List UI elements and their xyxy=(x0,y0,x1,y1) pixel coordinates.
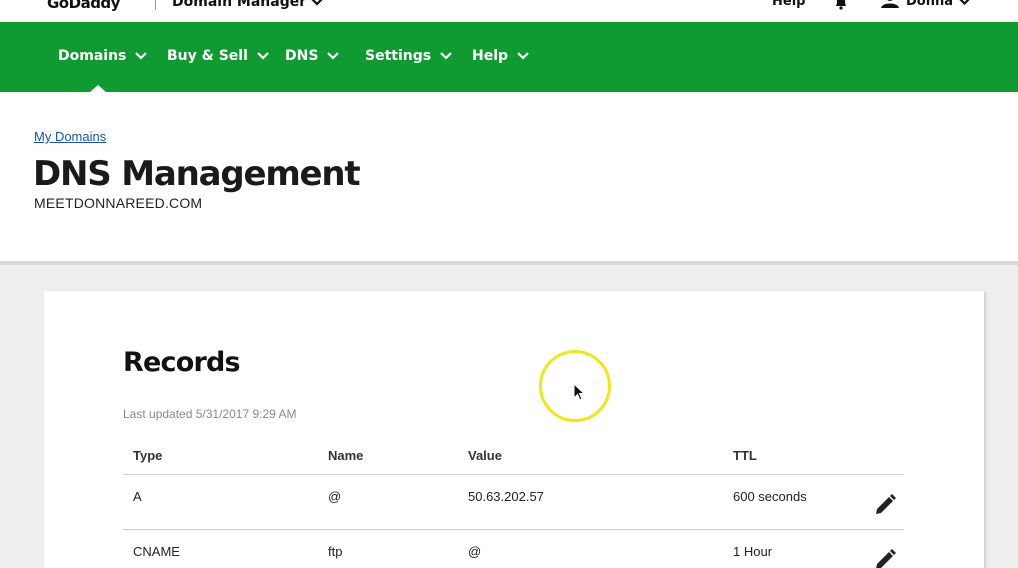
nav-domains[interactable]: Domains xyxy=(58,48,148,64)
user-icon xyxy=(881,0,899,8)
column-header-name[interactable]: Name xyxy=(328,448,363,463)
top-help-link[interactable]: Help xyxy=(772,0,805,9)
last-updated: Last updated 5/31/2017 9:29 AM xyxy=(123,407,297,421)
column-header-value[interactable]: Value xyxy=(468,448,502,463)
table-row: A @ 50.63.202.57 600 seconds xyxy=(123,475,904,530)
mouse-cursor-icon xyxy=(573,383,585,401)
record-value: 50.63.202.57 xyxy=(468,489,544,504)
nav-label: Buy & Sell xyxy=(167,48,248,64)
nav-label: Domains xyxy=(58,48,127,64)
nav-label: Settings xyxy=(365,48,432,64)
nav-dns[interactable]: DNS xyxy=(285,48,340,64)
pencil-icon[interactable] xyxy=(873,548,897,568)
record-name: @ xyxy=(328,489,342,504)
breadcrumb-my-domains[interactable]: My Domains xyxy=(34,129,106,144)
chevron-down-icon xyxy=(440,52,452,60)
page-title: DNS Management xyxy=(33,154,361,194)
records-card: Records Last updated 5/31/2017 9:29 AM T… xyxy=(44,291,984,568)
record-type: A xyxy=(133,489,142,504)
record-name: ftp xyxy=(328,544,343,559)
user-menu[interactable]: Donna xyxy=(880,0,970,9)
column-header-ttl[interactable]: TTL xyxy=(733,448,757,463)
record-type: CNAME xyxy=(133,544,180,559)
active-nav-indicator xyxy=(90,85,106,92)
nav-buy-sell[interactable]: Buy & Sell xyxy=(167,48,269,64)
table-row: CNAME ftp @ 1 Hour xyxy=(123,530,904,568)
records-table: Type Name Value TTL A @ 50.63.202.57 600… xyxy=(123,439,904,568)
app-switcher[interactable]: Domain Manager xyxy=(172,0,323,10)
records-title: Records xyxy=(123,347,241,378)
logo-divider xyxy=(155,0,156,10)
record-value: @ xyxy=(468,544,482,559)
chevron-down-icon xyxy=(257,52,269,60)
record-ttl: 600 seconds xyxy=(733,489,807,504)
chevron-down-icon xyxy=(311,0,323,6)
bell-icon[interactable] xyxy=(834,0,848,10)
nav-help[interactable]: Help xyxy=(472,48,529,64)
nav-label: Help xyxy=(472,48,509,64)
app-switcher-label: Domain Manager xyxy=(172,0,307,10)
user-name: Donna xyxy=(906,0,954,9)
record-ttl: 1 Hour xyxy=(733,544,773,559)
main-nav: Domains Buy & Sell DNS Settings Help xyxy=(0,22,1018,92)
chevron-down-icon xyxy=(135,52,148,60)
nav-settings[interactable]: Settings xyxy=(365,48,452,64)
pencil-icon[interactable] xyxy=(873,493,897,517)
page-header: My Domains DNS Management MEETDONNAREED.… xyxy=(0,92,1018,262)
table-header: Type Name Value TTL xyxy=(123,439,904,475)
nav-label: DNS xyxy=(285,48,319,64)
chevron-down-icon xyxy=(959,0,970,5)
chevron-down-icon xyxy=(327,52,340,60)
chevron-down-icon xyxy=(517,52,529,60)
top-bar: GoDaddy Domain Manager Help Donna xyxy=(0,0,1018,22)
godaddy-logo[interactable]: GoDaddy xyxy=(47,0,120,12)
column-header-type[interactable]: Type xyxy=(133,448,162,463)
domain-name: MEETDONNAREED.COM xyxy=(34,195,203,211)
